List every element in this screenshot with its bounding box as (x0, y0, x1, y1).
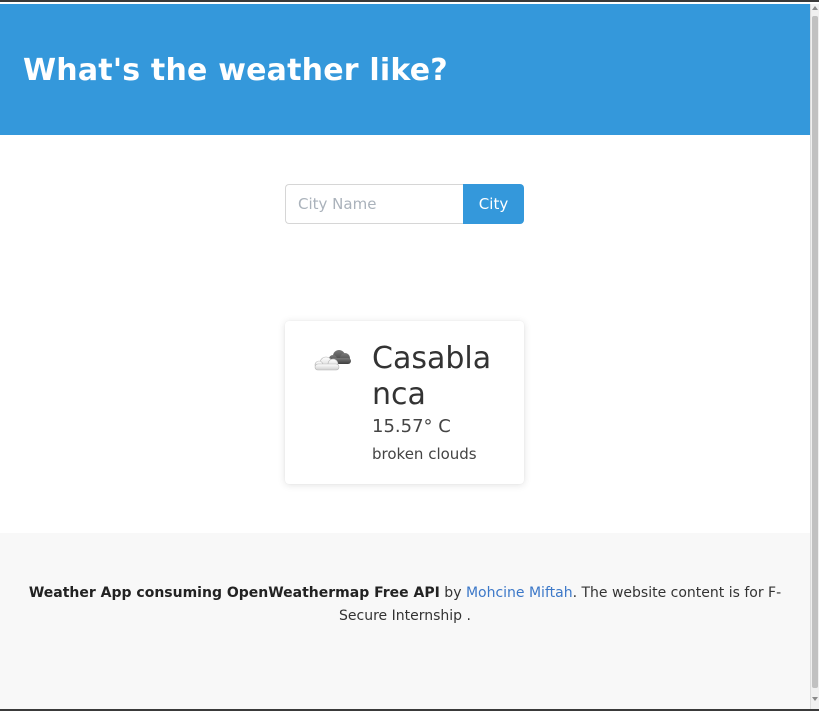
broken-clouds-icon (309, 345, 355, 375)
weather-card: Casablanca 15.57° C broken clouds (285, 321, 524, 484)
page-viewport: What's the weather like? City Name City … (0, 4, 810, 709)
page-footer: Weather App consuming OpenWeathermap Fre… (0, 533, 810, 709)
temperature-value: 15.57° C (372, 416, 451, 437)
footer-by: by (439, 585, 466, 601)
city-name: Casablanca (372, 341, 492, 412)
page-title: What's the weather like? (23, 53, 448, 88)
scroll-up-arrow-icon[interactable] (812, 6, 818, 10)
city-search-form: City (285, 184, 524, 224)
vertical-scrollbar[interactable] (810, 4, 819, 709)
city-search-button[interactable]: City (463, 184, 524, 224)
city-name-input[interactable] (285, 184, 464, 224)
author-link[interactable]: Mohcine Miftah (466, 585, 573, 601)
scrollbar-thumb[interactable] (812, 16, 818, 688)
browser-window: What's the weather like? City Name City … (0, 0, 819, 711)
footer-app-name: Weather App consuming OpenWeathermap Fre… (28, 585, 440, 601)
page-header: What's the weather like? (0, 4, 810, 135)
footer-text: Weather App consuming OpenWeathermap Fre… (20, 582, 790, 628)
scroll-down-arrow-icon[interactable] (812, 697, 818, 701)
weather-description: broken clouds (372, 445, 477, 463)
